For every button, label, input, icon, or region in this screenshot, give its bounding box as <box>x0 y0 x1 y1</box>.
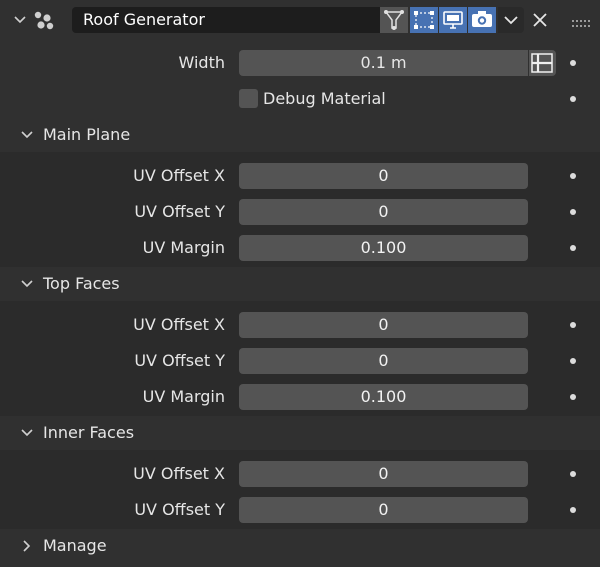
width-field[interactable]: 0.1 m <box>239 50 528 76</box>
keyframe-dot[interactable] <box>570 507 576 513</box>
uv-offset-y-field[interactable]: 0 <box>239 199 528 225</box>
debug-material-checkbox[interactable] <box>239 89 258 108</box>
modifier-name-field[interactable]: Roof Generator <box>72 7 380 33</box>
chevron-right-icon <box>19 538 35 554</box>
field-label: UV Offset X <box>133 464 225 483</box>
uv-offset-y-row: UV Offset Y 0 <box>0 194 600 230</box>
keyframe-dot[interactable] <box>570 245 576 251</box>
section-title: Main Plane <box>43 125 131 144</box>
node-group-icon <box>32 9 56 31</box>
uv-margin-field[interactable]: 0.100 <box>239 384 528 410</box>
uv-offset-x-field[interactable]: 0 <box>239 312 528 338</box>
uv-offset-y-row: UV Offset Y 0 <box>0 492 600 528</box>
section-top-faces[interactable]: Top Faces <box>0 267 600 301</box>
section-manage[interactable]: Manage <box>0 529 600 563</box>
keyframe-dot[interactable] <box>570 394 576 400</box>
field-label: UV Offset X <box>133 315 225 334</box>
section-inner-faces[interactable]: Inner Faces <box>0 416 600 450</box>
keyframe-dot[interactable] <box>570 96 576 102</box>
keyframe-dot[interactable] <box>570 471 576 477</box>
section-main-plane[interactable]: Main Plane <box>0 118 600 152</box>
chevron-down-icon <box>19 276 35 292</box>
uv-offset-x-row: UV Offset X 0 <box>0 307 600 343</box>
modifier-panel: Roof Generator Width 0.1 m Debug Materia… <box>0 0 600 567</box>
field-label: UV Offset Y <box>134 500 225 519</box>
debug-material-label[interactable]: Debug Material <box>263 81 386 117</box>
uv-offset-x-row: UV Offset X 0 <box>0 456 600 492</box>
keyframe-dot[interactable] <box>570 209 576 215</box>
keyframe-dot[interactable] <box>570 322 576 328</box>
keyframe-dot[interactable] <box>570 358 576 364</box>
field-label: UV Margin <box>142 387 225 406</box>
filter-icon[interactable] <box>380 7 408 33</box>
chevron-down-icon <box>19 127 35 143</box>
width-label: Width <box>178 53 225 72</box>
field-label: UV Offset X <box>133 166 225 185</box>
uv-margin-field[interactable]: 0.100 <box>239 235 528 261</box>
field-label: UV Offset Y <box>134 202 225 221</box>
width-row: Width 0.1 m <box>0 45 600 81</box>
field-label: UV Offset Y <box>134 351 225 370</box>
debug-material-row: Debug Material <box>0 81 600 117</box>
uv-offset-y-field[interactable]: 0 <box>239 348 528 374</box>
section-title: Inner Faces <box>43 423 135 442</box>
uv-margin-row: UV Margin 0.100 <box>0 379 600 415</box>
uv-offset-x-field[interactable]: 0 <box>239 461 528 487</box>
drag-grip-icon[interactable] <box>572 14 590 27</box>
uv-offset-x-field[interactable]: 0 <box>239 163 528 189</box>
close-icon[interactable] <box>530 10 550 30</box>
flag-icon[interactable] <box>529 50 556 76</box>
section-title: Top Faces <box>43 274 120 293</box>
chevron-down-icon[interactable] <box>498 7 524 33</box>
uv-offset-y-row: UV Offset Y 0 <box>0 343 600 379</box>
keyframe-dot[interactable] <box>570 173 576 179</box>
uv-offset-y-field[interactable]: 0 <box>239 497 528 523</box>
chevron-down-icon[interactable] <box>12 12 28 28</box>
edit-mode-icon[interactable] <box>410 7 438 33</box>
modifier-header: Roof Generator <box>0 0 600 40</box>
uv-offset-x-row: UV Offset X 0 <box>0 158 600 194</box>
monitor-icon[interactable] <box>439 7 467 33</box>
camera-icon[interactable] <box>468 7 496 33</box>
uv-margin-row: UV Margin 0.100 <box>0 230 600 266</box>
field-label: UV Margin <box>142 238 225 257</box>
section-title: Manage <box>43 536 107 555</box>
chevron-down-icon <box>19 425 35 441</box>
keyframe-dot[interactable] <box>570 60 576 66</box>
